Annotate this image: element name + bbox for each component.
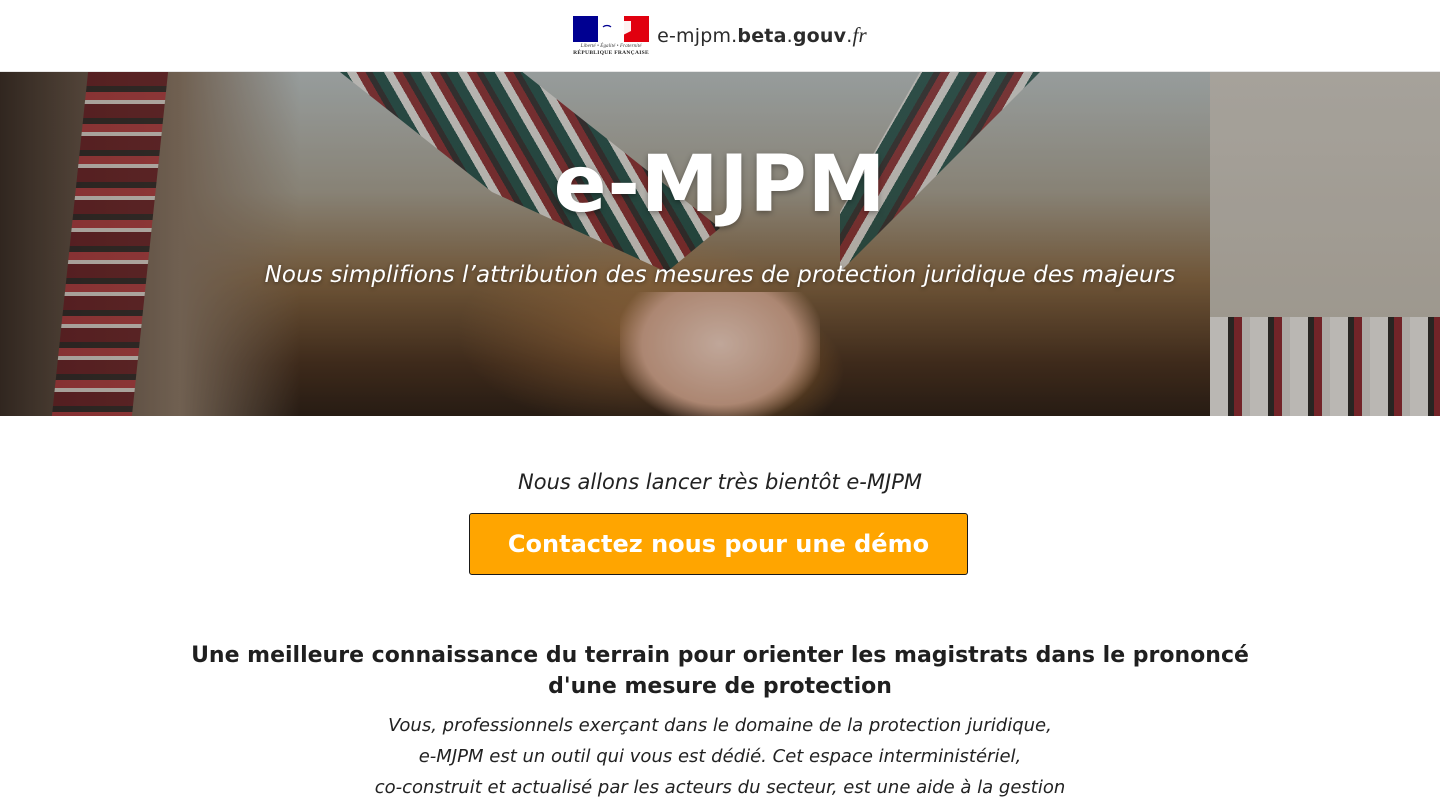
section-heading: Une meilleure connaissance du terrain po… <box>180 640 1260 702</box>
launch-announcement: Nous allons lancer très bientôt e-MJPM <box>518 470 922 494</box>
body-line-1: Vous, professionnels exerçant dans le do… <box>388 715 1052 736</box>
domain-fr: fr <box>852 23 867 47</box>
domain-gouv: gouv <box>792 25 847 47</box>
republique-francaise-logo: Liberté • Égalité • Fraternité Républiqu… <box>573 15 650 56</box>
home-link[interactable]: Liberté • Égalité • Fraternité Républiqu… <box>573 15 867 56</box>
section-heading-line-1: Une meilleure connaissance du terrain po… <box>191 643 1249 668</box>
section-body: Vous, professionnels exerçant dans le do… <box>180 710 1260 803</box>
domain-beta: beta <box>737 25 787 47</box>
domain-prefix: e-mjpm. <box>657 25 738 47</box>
rf-name: République Française <box>573 49 649 56</box>
body-line-3: co-construit et actualisé par les acteur… <box>374 777 1066 798</box>
hero-overlay <box>0 72 1440 416</box>
contact-demo-button[interactable]: Contactez nous pour une démo <box>469 513 968 575</box>
site-header: Liberté • Égalité • Fraternité Républiqu… <box>0 0 1440 72</box>
flag-icon <box>573 15 650 42</box>
hero-subtitle: Nous simplifions l’attribution des mesur… <box>264 262 1176 288</box>
site-domain: e-mjpm. beta. gouv. fr <box>657 23 867 48</box>
hero-title: e-MJPM <box>553 140 887 230</box>
section-heading-line-2: d'une mesure de protection <box>548 674 892 699</box>
body-line-2: e-MJPM est un outil qui vous est dédié. … <box>418 746 1022 767</box>
hero-banner: e-MJPM Nous simplifions l’attribution de… <box>0 72 1440 416</box>
marianne-icon <box>598 20 632 37</box>
